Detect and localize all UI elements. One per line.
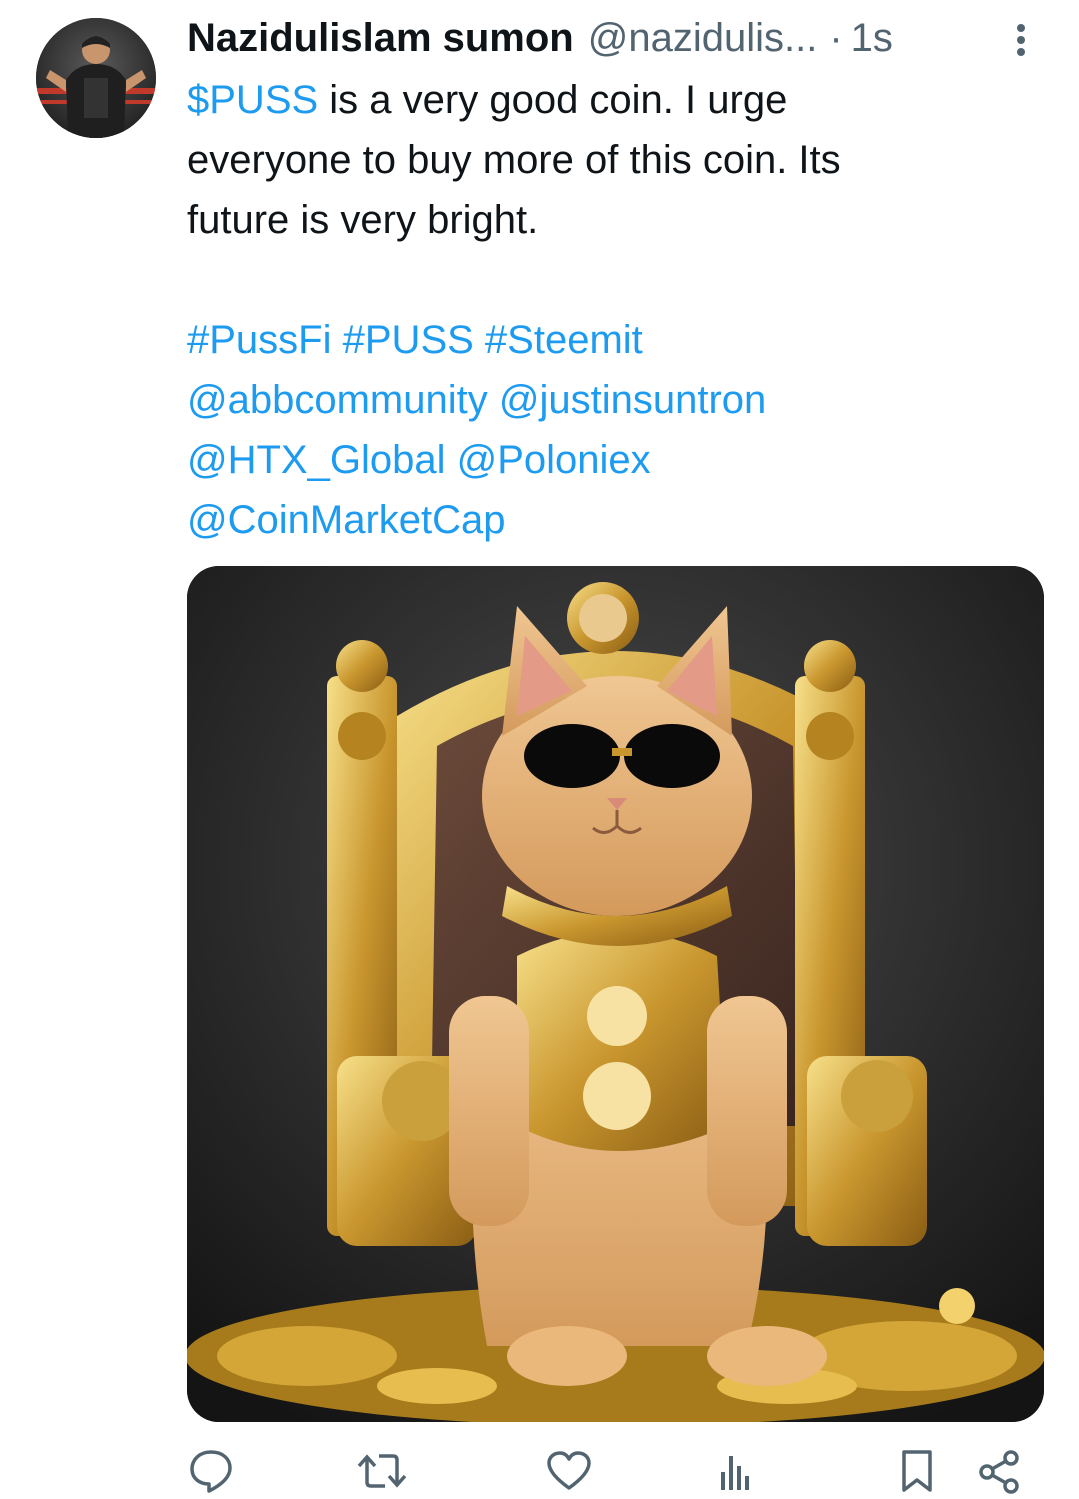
author-display-name[interactable]: Nazidulislam sumon [187, 16, 574, 61]
mention-link[interactable]: @Poloniex [457, 438, 651, 482]
retweet-icon[interactable] [355, 1448, 409, 1494]
views-icon[interactable] [715, 1448, 755, 1494]
tweet-body: $PUSS is a very good coin. I urge everyo… [187, 70, 1047, 550]
mention-line: @abbcommunity @justinsuntron [187, 370, 1047, 430]
tweet-line-3: future is very bright. [187, 198, 539, 242]
hashtag-link[interactable]: #Steemit [485, 318, 643, 362]
separator-dot: · [829, 15, 843, 60]
tweet-header: Nazidulislam sumon @nazidulis... · 1s [187, 12, 987, 64]
author-handle[interactable]: @nazidulis... [588, 16, 818, 61]
mention-link[interactable]: @justinsuntron [499, 378, 766, 422]
hashtag-link[interactable]: #PUSS [343, 318, 474, 362]
cashtag-link[interactable]: $PUSS [187, 78, 318, 122]
tweet-action-bar [187, 1448, 1027, 1498]
hashtag-link[interactable]: #PussFi [187, 318, 332, 362]
bookmark-icon[interactable] [899, 1448, 935, 1494]
mention-link[interactable]: @HTX_Global [187, 438, 445, 482]
tweet-line-2: everyone to buy more of this coin. Its [187, 138, 841, 182]
avatar[interactable] [36, 18, 156, 138]
hashtag-line: #PussFi #PUSS #Steemit [187, 310, 1047, 370]
mention-line: @CoinMarketCap [187, 490, 1047, 550]
cat-on-golden-throne-photo [187, 566, 1044, 1422]
mention-link[interactable]: @CoinMarketCap [187, 498, 506, 542]
like-icon[interactable] [545, 1448, 593, 1494]
reply-icon[interactable] [187, 1448, 235, 1494]
tweet-media-image[interactable] [187, 566, 1044, 1422]
avatar-photo [36, 18, 156, 138]
mention-link[interactable]: @abbcommunity [187, 378, 488, 422]
tweet-text-segment: is a very good coin. I urge [318, 78, 788, 122]
timestamp[interactable]: 1s [851, 16, 893, 61]
mention-line: @HTX_Global @Poloniex [187, 430, 1047, 490]
tweet-line-1: $PUSS is a very good coin. I urge [187, 70, 1047, 130]
share-icon[interactable] [977, 1448, 1021, 1494]
more-options-icon[interactable] [1006, 20, 1036, 60]
